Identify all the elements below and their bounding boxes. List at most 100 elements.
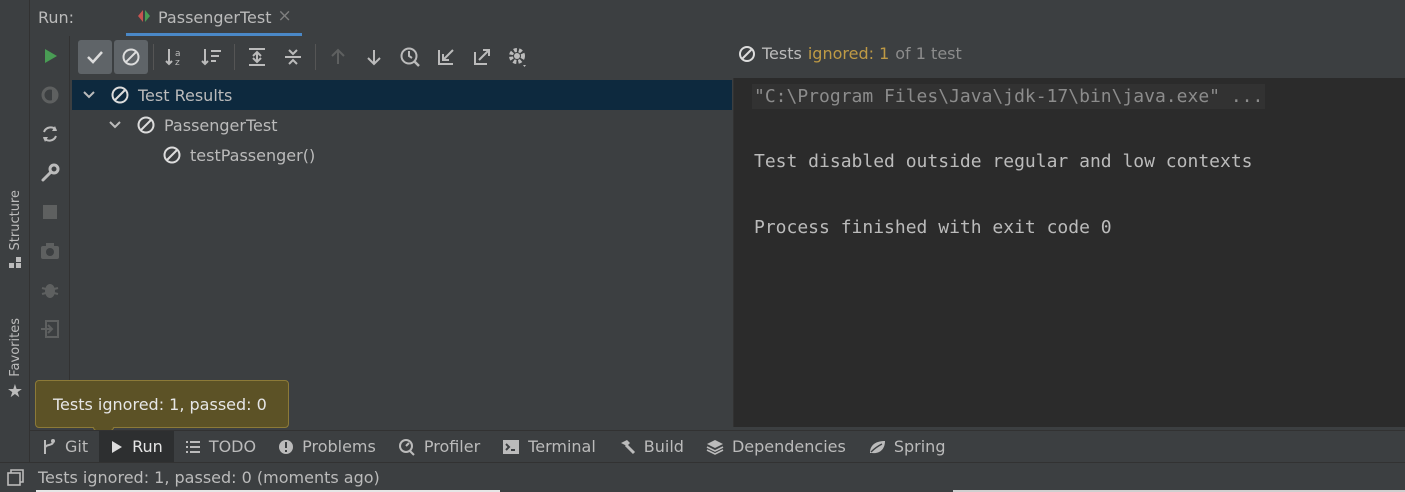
tool-windows-toggle-icon[interactable] xyxy=(6,468,24,487)
ignored-icon xyxy=(111,86,129,104)
settings-button[interactable] xyxy=(501,40,535,74)
chevron-down-icon[interactable] xyxy=(82,88,96,102)
rerun-failed-button[interactable] xyxy=(30,75,70,114)
collapse-all-button[interactable] xyxy=(276,40,310,74)
show-ignored-button[interactable] xyxy=(114,40,148,74)
stop-button[interactable] xyxy=(30,192,70,231)
tab-label: Profiler xyxy=(423,437,481,456)
test-result-tooltip: Tests ignored: 1, passed: 0 xyxy=(35,380,289,428)
left-tool-strip: Structure Favorites ★ xyxy=(0,0,30,462)
tab-run[interactable]: Run xyxy=(99,430,174,463)
status-total: of 1 test xyxy=(895,44,962,63)
console-output[interactable]: "C:\Program Files\Java\jdk-17\bin\java.e… xyxy=(733,78,1405,427)
import-icon xyxy=(438,49,454,65)
terminal-icon xyxy=(503,439,520,454)
stop-icon xyxy=(43,204,57,219)
console-output-line: Test disabled outside regular and low co… xyxy=(754,151,1253,172)
console-command-line: "C:\Program Files\Java\jdk-17\bin\java.e… xyxy=(752,84,1266,109)
run-config-tab[interactable]: PassengerTest × xyxy=(126,0,302,36)
tab-profiler[interactable]: Profiler xyxy=(387,431,491,463)
run-icon xyxy=(45,48,57,63)
tab-terminal[interactable]: Terminal xyxy=(491,431,607,463)
tab-label: Git xyxy=(65,437,89,456)
tree-node-test-passenger[interactable]: testPassenger() xyxy=(162,140,315,170)
stack-icon xyxy=(706,439,724,455)
debug-button[interactable] xyxy=(30,270,70,309)
chevron-down-icon[interactable] xyxy=(108,118,122,132)
run-label: Run: xyxy=(38,8,75,27)
tree-node-passenger-test[interactable]: PassengerTest xyxy=(108,110,277,140)
dump-threads-button[interactable] xyxy=(30,231,70,270)
sort-duration-icon xyxy=(201,49,221,66)
tree-node-label: PassengerTest xyxy=(164,115,278,135)
tab-label: TODO xyxy=(208,437,257,456)
wrench-icon xyxy=(41,163,60,181)
status-message[interactable]: Tests ignored: 1, passed: 0 (moments ago… xyxy=(38,468,380,487)
show-ignored-icon xyxy=(122,48,140,66)
show-passed-icon xyxy=(87,51,103,64)
settings-icon xyxy=(509,48,526,67)
camera-icon xyxy=(41,242,59,259)
star-icon: ★ xyxy=(6,380,24,402)
previous-failed-button[interactable] xyxy=(321,40,355,74)
sort-alphabetically-button[interactable]: az xyxy=(159,40,193,74)
exit-button[interactable] xyxy=(30,309,70,348)
favorites-side-tab[interactable]: Favorites ★ xyxy=(2,318,28,402)
ignored-icon xyxy=(137,116,155,134)
sort-by-duration-button[interactable] xyxy=(195,40,229,74)
tab-spring[interactable]: Spring xyxy=(857,431,957,463)
git-branch-icon xyxy=(44,438,55,454)
tab-build[interactable]: Build xyxy=(607,431,695,463)
rerun-button[interactable] xyxy=(30,36,70,75)
test-status-summary: Tests ignored: 1 of 1 test xyxy=(738,44,962,63)
next-failed-button[interactable] xyxy=(357,40,391,74)
tab-dependencies[interactable]: Dependencies xyxy=(695,431,857,463)
tab-problems[interactable]: Problems xyxy=(267,431,387,463)
svg-text:z: z xyxy=(175,58,180,67)
play-icon xyxy=(112,440,123,453)
status-prefix: Tests xyxy=(762,44,802,63)
close-tab-icon[interactable]: × xyxy=(277,8,291,33)
tree-node-test-results[interactable]: Test Results xyxy=(72,80,732,110)
tab-label: Spring xyxy=(893,437,946,456)
tab-todo[interactable]: TODO xyxy=(174,431,267,463)
exit-icon xyxy=(41,319,59,338)
export-icon xyxy=(474,49,490,65)
test-runner-toolbar: az xyxy=(72,36,732,78)
tab-label: Problems xyxy=(302,437,376,456)
expand-all-icon xyxy=(249,48,265,66)
prev-failed-icon xyxy=(331,48,345,64)
show-passed-button[interactable] xyxy=(78,40,112,74)
ignored-icon xyxy=(739,45,755,62)
expand-all-button[interactable] xyxy=(240,40,274,74)
junit-icon xyxy=(138,10,150,22)
status-bar: Tests ignored: 1, passed: 0 (moments ago… xyxy=(0,462,1405,492)
toolbar-separator xyxy=(153,44,154,70)
tab-label: Terminal xyxy=(528,437,596,456)
run-settings-button[interactable] xyxy=(30,153,70,192)
structure-icon xyxy=(9,257,21,269)
import-tests-button[interactable] xyxy=(429,40,463,74)
toggle-auto-test-button[interactable] xyxy=(30,114,70,153)
structure-side-tab[interactable]: Structure xyxy=(2,190,28,270)
tab-label: Build xyxy=(643,437,684,456)
tab-git[interactable]: Git xyxy=(30,431,99,463)
collapse-all-icon xyxy=(285,49,301,65)
toolbar-separator xyxy=(234,44,235,70)
bug-icon xyxy=(41,283,59,298)
auto-rerun-icon xyxy=(43,125,57,142)
ignored-icon xyxy=(163,146,181,164)
rerun-failed-icon xyxy=(41,86,59,103)
test-history-button[interactable] xyxy=(393,40,427,74)
console-exit-line: Process finished with exit code 0 xyxy=(754,217,1112,238)
status-ignored-count: ignored: 1 xyxy=(807,44,890,63)
run-actions-column xyxy=(30,36,70,426)
next-failed-icon xyxy=(367,50,381,66)
tree-node-label: Test Results xyxy=(138,85,233,105)
export-tests-button[interactable] xyxy=(465,40,499,74)
tool-window-bar: Git Run TODO Problems Profiler Terminal … xyxy=(30,430,1405,463)
info-circle-icon xyxy=(279,439,294,454)
list-icon xyxy=(185,440,200,453)
history-icon xyxy=(400,47,420,67)
sort-alpha-icon: az xyxy=(165,49,181,67)
